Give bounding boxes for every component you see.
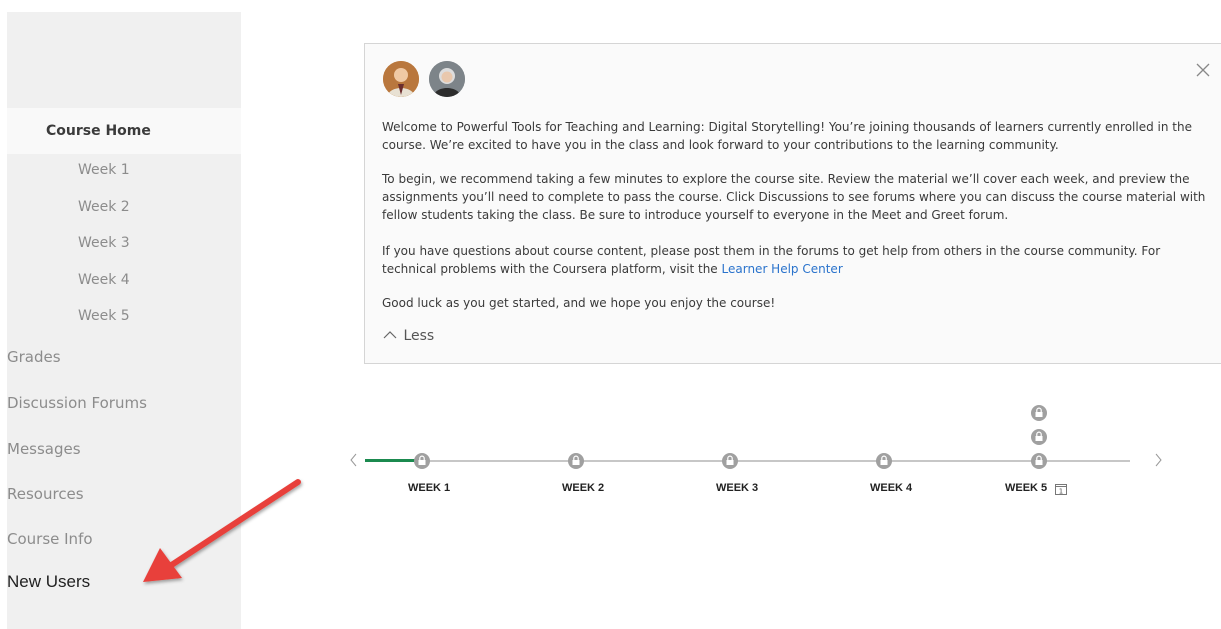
less-toggle[interactable]: Less [383, 328, 434, 344]
timeline-progress [365, 459, 421, 462]
lock-icon[interactable] [568, 453, 584, 469]
timeline-week-4[interactable]: WEEK 4 [870, 482, 912, 494]
timeline-track [365, 460, 1130, 462]
nav-new-users[interactable]: New Users [7, 572, 241, 592]
instructor-avatar [429, 61, 465, 97]
nav-week-4[interactable]: Week 4 [7, 272, 241, 288]
timeline-prev-arrow[interactable] [346, 450, 360, 470]
nav-grades[interactable]: Grades [7, 348, 241, 366]
nav-resources[interactable]: Resources [7, 485, 241, 503]
lock-icon[interactable] [1031, 453, 1047, 469]
nav-week-1[interactable]: Week 1 [7, 162, 241, 178]
timeline-week-1[interactable]: WEEK 1 [408, 482, 450, 494]
calendar-icon: 1 [1055, 482, 1067, 496]
nav-discussion-forums[interactable]: Discussion Forums [7, 394, 241, 412]
less-label: Less [403, 328, 435, 344]
learner-help-center-link[interactable]: Learner Help Center [722, 262, 843, 276]
nav-course-info[interactable]: Course Info [7, 530, 241, 548]
welcome-paragraph: Welcome to Powerful Tools for Teaching a… [382, 120, 1192, 152]
calendar-count: 1 [1059, 488, 1063, 496]
nav-week-5[interactable]: Week 5 [7, 308, 241, 324]
chevron-up-icon [383, 328, 399, 344]
help-paragraph: If you have questions about course conte… [382, 242, 1212, 278]
intro-paragraph: To begin, we recommend taking a few minu… [382, 172, 1206, 222]
welcome-card: Welcome to Powerful Tools for Teaching a… [364, 43, 1221, 364]
week-timeline: WEEK 1 WEEK 2 WEEK 3 WEEK 4 WEEK 5 1 [340, 400, 1180, 500]
lock-icon[interactable] [876, 453, 892, 469]
nav-course-home[interactable]: Course Home [7, 108, 241, 154]
lock-icon[interactable] [414, 453, 430, 469]
nav-messages[interactable]: Messages [7, 440, 241, 458]
timeline-week-2[interactable]: WEEK 2 [562, 482, 604, 494]
timeline-week-3[interactable]: WEEK 3 [716, 482, 758, 494]
lock-icon[interactable] [1031, 429, 1047, 445]
sidebar-nav: Course Home Week 1 Week 2 Week 3 Week 4 … [7, 12, 241, 629]
lock-icon[interactable] [722, 453, 738, 469]
instructor-avatar [383, 61, 419, 97]
nav-week-3[interactable]: Week 3 [7, 235, 241, 251]
timeline-next-arrow[interactable] [1152, 450, 1166, 470]
close-icon[interactable] [1193, 60, 1213, 80]
good-luck-paragraph: Good luck as you get started, and we hop… [382, 296, 776, 310]
lock-icon[interactable] [1031, 405, 1047, 421]
timeline-week-5[interactable]: WEEK 5 [1005, 482, 1047, 494]
nav-week-2[interactable]: Week 2 [7, 199, 241, 215]
